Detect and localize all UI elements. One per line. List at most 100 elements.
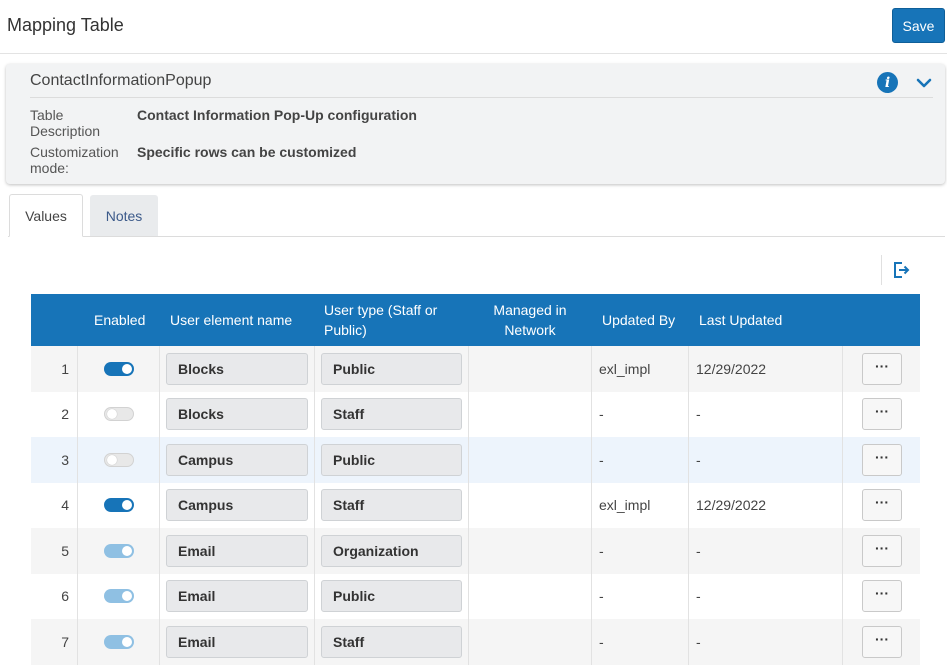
updated-by-cell: -	[599, 406, 604, 423]
updated-by-cell: -	[599, 451, 604, 468]
row-actions-button[interactable]: ···	[862, 580, 902, 613]
row-actions-button[interactable]: ···	[862, 443, 902, 476]
enabled-toggle[interactable]	[104, 634, 134, 649]
row-actions-button[interactable]: ···	[862, 534, 902, 567]
cell-divider	[842, 619, 843, 665]
user-type-field[interactable]: Public	[321, 580, 462, 613]
row-actions-button[interactable]: ···	[862, 489, 902, 522]
tab-notes[interactable]: Notes	[90, 195, 158, 237]
cell-divider	[688, 482, 689, 528]
table-row: 7 Email Staff - - ···	[31, 619, 920, 665]
row-actions-button[interactable]: ···	[862, 625, 902, 658]
cell-divider	[468, 482, 469, 528]
col-user-element-name[interactable]: User element name	[170, 294, 292, 346]
cell-divider	[688, 619, 689, 665]
mapping-table: Enabled User element name User type (Sta…	[31, 294, 920, 665]
cell-divider	[591, 573, 592, 619]
enabled-toggle[interactable]	[104, 407, 134, 422]
row-number: 1	[61, 360, 69, 377]
user-element-name-field[interactable]: Email	[166, 625, 308, 658]
cell-divider	[591, 346, 592, 392]
tab-values[interactable]: Values	[9, 194, 83, 237]
table-info-panel: ContactInformationPopup i Table Descript…	[6, 64, 945, 184]
user-type-field[interactable]: Staff	[321, 398, 462, 431]
user-type-field[interactable]: Organization	[321, 534, 462, 567]
last-updated-cell: 12/29/2022	[696, 360, 767, 377]
user-type-field[interactable]: Staff	[321, 489, 462, 522]
cell-divider	[688, 573, 689, 619]
cell-divider	[159, 391, 160, 437]
cell-divider	[159, 437, 160, 483]
user-type-field[interactable]: Public	[321, 443, 462, 476]
enabled-toggle[interactable]	[104, 452, 134, 467]
toggle-knob	[122, 500, 132, 511]
col-managed-in-network[interactable]: Managed in Network	[480, 294, 580, 346]
toggle-knob	[122, 363, 132, 374]
row-number: 7	[61, 633, 69, 650]
cell-divider	[468, 573, 469, 619]
updated-by-cell: -	[599, 542, 604, 559]
chevron-down-icon[interactable]	[914, 73, 934, 93]
cell-divider	[77, 482, 78, 528]
user-type-field[interactable]: Staff	[321, 625, 462, 658]
customization-mode-value: Specific rows can be customized	[137, 144, 357, 160]
col-enabled[interactable]: Enabled	[94, 294, 145, 346]
cell-divider	[314, 528, 315, 574]
cell-divider	[468, 528, 469, 574]
col-updated-by[interactable]: Updated By	[602, 294, 675, 346]
export-icon[interactable]	[891, 260, 911, 280]
enabled-toggle[interactable]	[104, 361, 134, 376]
cell-divider	[314, 619, 315, 665]
toggle-knob	[107, 454, 117, 465]
cell-divider	[591, 482, 592, 528]
updated-by-cell: exl_impl	[599, 360, 651, 377]
user-type-field[interactable]: Public	[321, 352, 462, 385]
enabled-toggle[interactable]	[104, 589, 134, 604]
table-row: 2 Blocks Staff - - ···	[31, 391, 920, 437]
tab-bar: Values Notes	[0, 194, 947, 237]
cell-divider	[842, 528, 843, 574]
cell-divider	[591, 391, 592, 437]
user-element-name-field[interactable]: Campus	[166, 489, 308, 522]
table-row: 1 Blocks Public exl_impl 12/29/2022 ···	[31, 346, 920, 392]
col-last-updated[interactable]: Last Updated	[699, 294, 782, 346]
enabled-toggle[interactable]	[104, 498, 134, 513]
last-updated-cell: 12/29/2022	[696, 497, 767, 514]
user-element-name-field[interactable]: Blocks	[166, 352, 308, 385]
updated-by-cell: -	[599, 588, 604, 605]
row-number: 2	[61, 406, 69, 423]
cell-divider	[159, 482, 160, 528]
table-row: 4 Campus Staff exl_impl 12/29/2022 ···	[31, 482, 920, 528]
cell-divider	[77, 528, 78, 574]
cell-divider	[842, 346, 843, 392]
save-button[interactable]: Save	[892, 8, 945, 43]
cell-divider	[688, 346, 689, 392]
toggle-knob	[122, 591, 132, 602]
cell-divider	[77, 437, 78, 483]
col-user-type[interactable]: User type (Staff or Public)	[324, 294, 454, 346]
cell-divider	[591, 528, 592, 574]
cell-divider	[159, 346, 160, 392]
cell-divider	[688, 437, 689, 483]
cell-divider	[314, 437, 315, 483]
table-row: 5 Email Organization - - ···	[31, 528, 920, 574]
cell-divider	[842, 482, 843, 528]
last-updated-cell: -	[696, 451, 701, 468]
cell-divider	[688, 391, 689, 437]
row-actions-button[interactable]: ···	[862, 352, 902, 385]
user-element-name-field[interactable]: Campus	[166, 443, 308, 476]
info-icon[interactable]: i	[877, 72, 898, 93]
top-bar: Mapping Table Save	[0, 0, 947, 54]
updated-by-cell: exl_impl	[599, 497, 651, 514]
row-actions-button[interactable]: ···	[862, 398, 902, 431]
enabled-toggle[interactable]	[104, 543, 134, 558]
row-number: 6	[61, 588, 69, 605]
cell-divider	[314, 346, 315, 392]
user-element-name-field[interactable]: Blocks	[166, 398, 308, 431]
cell-divider	[159, 573, 160, 619]
user-element-name-field[interactable]: Email	[166, 534, 308, 567]
user-element-name-field[interactable]: Email	[166, 580, 308, 613]
table-description-value: Contact Information Pop-Up configuration	[137, 107, 417, 123]
cell-divider	[842, 437, 843, 483]
last-updated-cell: -	[696, 588, 701, 605]
